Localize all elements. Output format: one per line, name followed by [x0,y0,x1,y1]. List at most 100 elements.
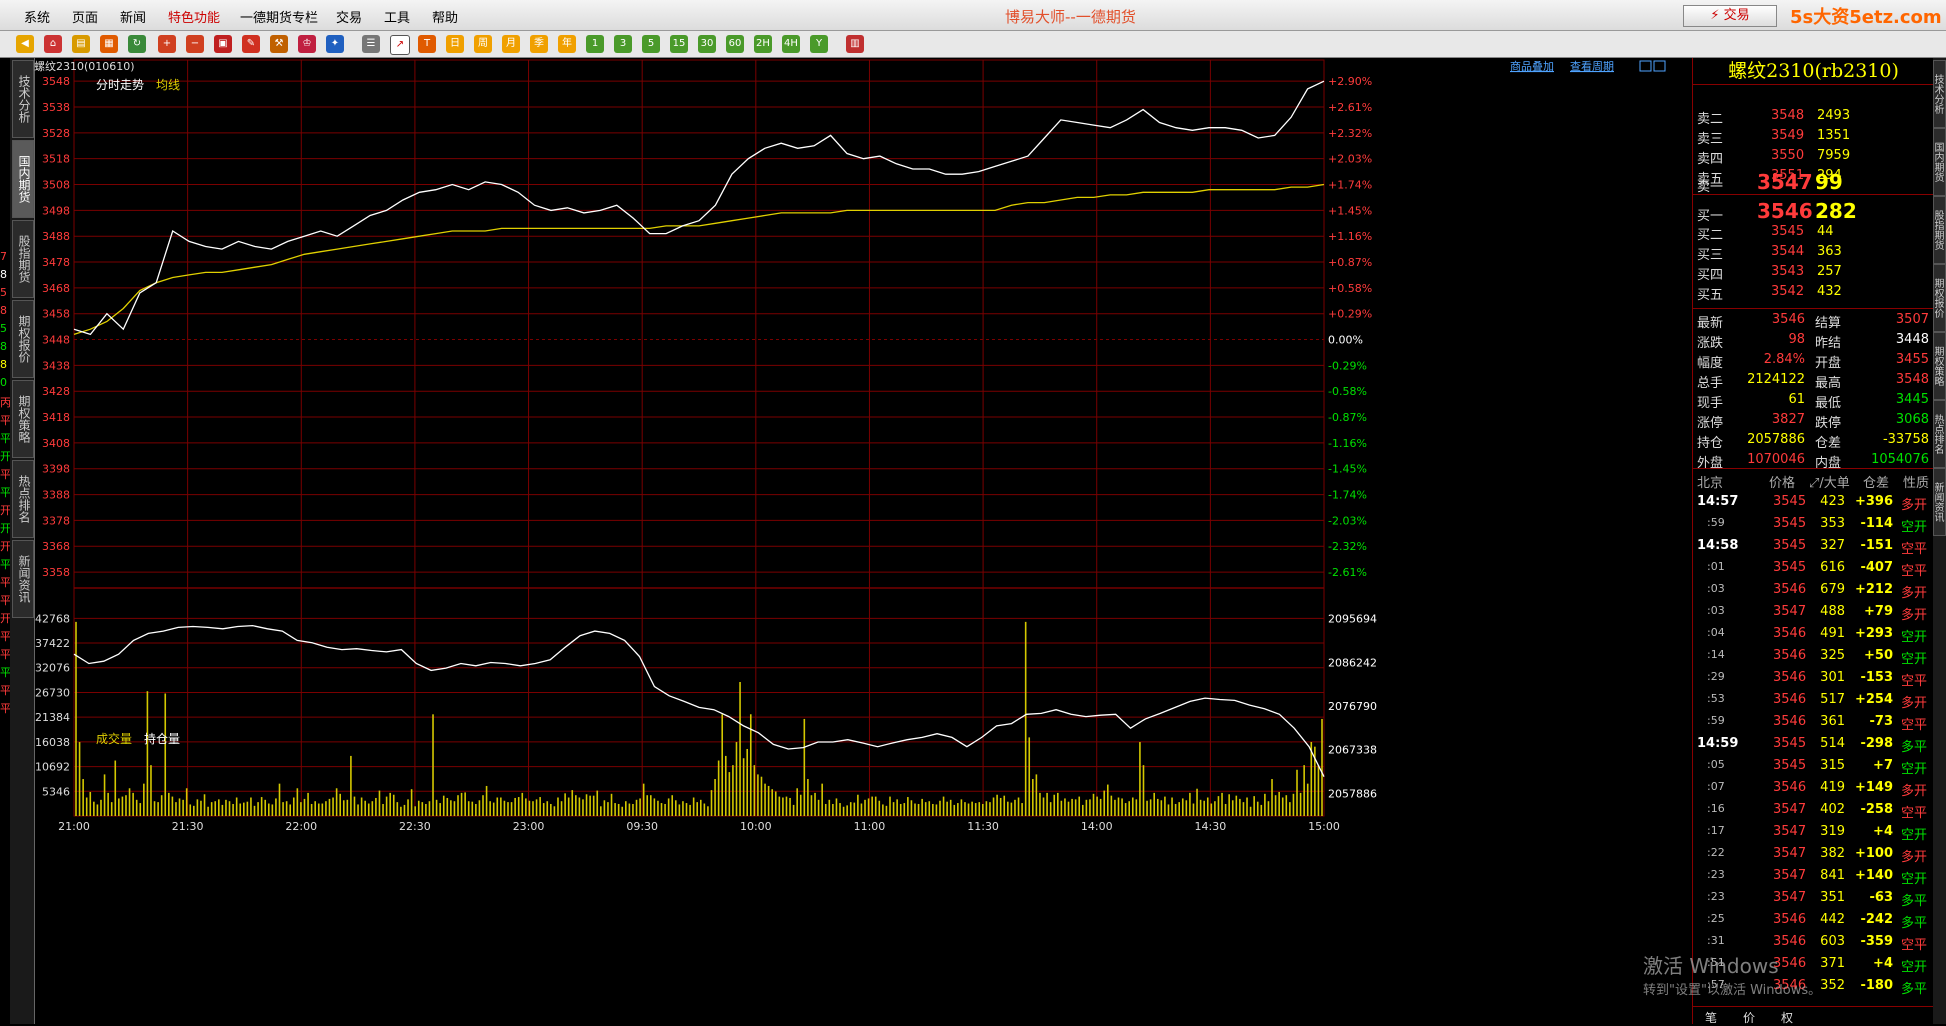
calendar-icon[interactable]: ▥ [846,35,864,53]
tab-intraday[interactable]: 分时走势 [96,78,144,92]
tab-rights[interactable]: 权 [1781,1009,1793,1026]
volume-bars [75,621,1323,816]
ask-volume: 7959 [1817,148,1851,163]
pct-tick-label: -2.32% [1328,540,1367,553]
period-month-button[interactable]: 月 [502,35,520,53]
menu-news[interactable]: 新闻 [120,7,146,26]
back-icon[interactable]: ◀ [16,35,34,53]
tab-technical-analysis[interactable]: 技术分析 [12,60,34,138]
rtab-index-futures[interactable]: 股指期货 [1932,196,1946,264]
tab-index-futures[interactable]: 股指期货 [12,220,34,298]
pct-tick-label: +0.58% [1328,282,1372,295]
tick-row: :14 3546 325 +50 空开 [1693,646,1934,667]
ask-label: 卖二 [1697,112,1724,127]
period-day-button[interactable]: 日 [446,35,464,53]
bid-price: 3544 [1771,244,1805,259]
book-icon[interactable]: ▤ [72,35,90,53]
tick-row: :16 3547 402 -258 空平 [1693,800,1934,821]
edge-mark: 5 [0,286,7,299]
pct-tick-label: +1.45% [1328,204,1372,217]
price-tick-label: 3458 [42,308,70,321]
tick-nature: 空平 [1901,564,1928,579]
period-year-button[interactable]: 年 [558,35,576,53]
tab-hot-ranking[interactable]: 热点排名 [12,460,34,538]
oi-tick-label: 2086242 [1328,656,1377,669]
period-3min-button[interactable]: 3 [614,35,632,53]
tool-icon[interactable]: ⚒ [270,35,288,53]
ask-price: 3550 [1771,148,1805,163]
restore-icon[interactable] [1639,60,1652,72]
link-period[interactable]: 查看周期 [1570,59,1614,73]
maximize-icon[interactable] [1653,60,1666,72]
trade-button[interactable]: ⚡ 交易 [1683,5,1777,27]
window-icon[interactable]: ▣ [214,35,232,53]
menu-help[interactable]: 帮助 [432,7,458,26]
zoom-in-icon[interactable]: + [158,35,176,53]
tab-option-quotes[interactable]: 期权报价 [12,300,34,378]
table-icon[interactable]: ☰ [362,35,380,53]
ticks-header: 北京 价格 ⤢/大单 仓差 性质 [1693,470,1934,491]
tick-oi-change: -359 [1860,934,1893,949]
tick-row: :29 3546 301 -153 空平 [1693,668,1934,689]
period-30min-button[interactable]: 30 [698,35,716,53]
link-overlay[interactable]: 商品叠加 [1510,59,1554,73]
edge-mark: 0 [0,376,7,389]
period-60min-button[interactable]: 60 [726,35,744,53]
zoom-out-icon[interactable]: − [186,35,204,53]
refresh-icon[interactable]: ↻ [128,35,146,53]
new-icon[interactable]: ✦ [326,35,344,53]
menu-trade[interactable]: 交易 [336,7,362,26]
bid-price: 3546 [1757,199,1813,223]
bid-label: 买五 [1697,288,1724,303]
stat-value: 3068 [1895,412,1929,427]
period-week-button[interactable]: 周 [474,35,492,53]
tab-average[interactable]: 均线 [156,78,180,92]
tab-price[interactable]: 价 [1743,1009,1755,1026]
price-tick-label: 3408 [42,437,70,450]
price-tick-label: 3428 [42,385,70,398]
price-tick-label: 3398 [42,463,70,476]
pct-tick-label: +1.74% [1328,179,1372,192]
site-logo: 5s大资5etz.com [1790,7,1942,28]
menu-page[interactable]: 页面 [72,7,98,26]
menu-tools[interactable]: 工具 [384,7,410,26]
price-tick-label: 3538 [42,101,70,114]
tab-news[interactable]: 新闻资讯 [12,540,34,618]
news-icon[interactable]: ▦ [100,35,118,53]
tab-domestic-futures[interactable]: 国内期货 [12,140,34,218]
trend-icon[interactable]: ↗ [390,35,410,55]
tick-nature: 多开 [1901,696,1928,711]
ticks-header-nature: 性质 [1903,476,1930,491]
ask-price: 3549 [1771,128,1805,143]
period-4h-button[interactable]: 4H [782,35,800,53]
pen-icon[interactable]: ✎ [242,35,260,53]
price-tick-label: 3468 [42,282,70,295]
tick-oi-change: +293 [1854,626,1893,641]
period-2h-button[interactable]: 2H [754,35,772,53]
rtab-technical-analysis[interactable]: 技术分析 [1932,60,1946,128]
home-icon[interactable]: ⌂ [44,35,62,53]
tab-option-strategy[interactable]: 期权策略 [12,380,34,458]
period-1min-button[interactable]: 1 [586,35,604,53]
rtab-news[interactable]: 新闻资讯 [1932,468,1946,536]
period-15min-button[interactable]: 15 [670,35,688,53]
rtab-option-quotes[interactable]: 期权报价 [1932,264,1946,332]
open-interest-line [73,624,1325,777]
rtab-option-strategy[interactable]: 期权策略 [1932,332,1946,400]
menu-features[interactable]: 特色功能 [168,7,220,26]
rtab-domestic-futures[interactable]: 国内期货 [1932,128,1946,196]
menu-system[interactable]: 系统 [24,7,50,26]
menu-yide-column[interactable]: 一德期货专栏 [240,7,318,26]
stat-row: 持仓 2057886 仓差 -33758 [1693,430,1934,451]
tick-icon[interactable]: T [418,35,436,53]
stat-value: 3448 [1895,332,1929,347]
tab-trades[interactable]: 笔 [1705,1009,1717,1026]
intraday-chart[interactable]: 3548 3538 3528 3518 3508 3498 3488 3478 3468 3458… [34,58,1692,1024]
time-tick-label: 21:00 [58,820,90,833]
period-5min-button[interactable]: 5 [642,35,660,53]
ask-row: 卖三 3549 1351 [1693,126,1934,147]
period-quarter-button[interactable]: 季 [530,35,548,53]
period-y-button[interactable]: Y [810,35,828,53]
trophy-icon[interactable]: ♔ [298,35,316,53]
rtab-hot-ranking[interactable]: 热点排名 [1932,400,1946,468]
